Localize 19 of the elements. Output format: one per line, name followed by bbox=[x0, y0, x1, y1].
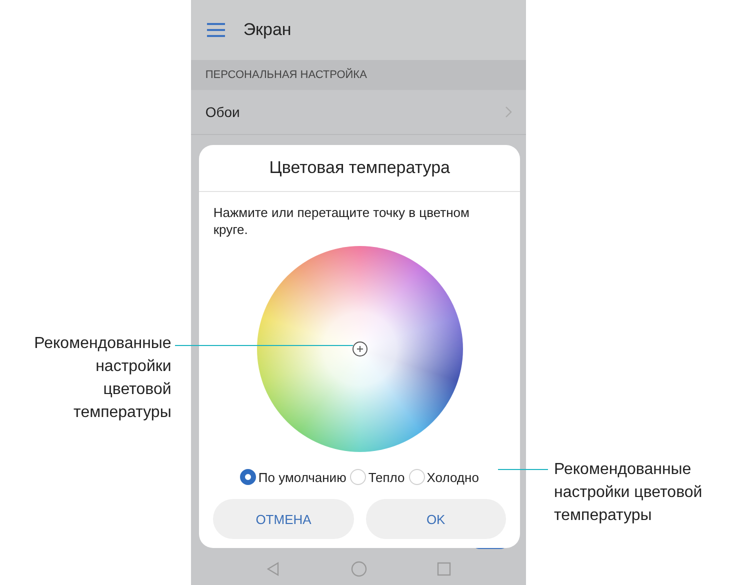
radio-option[interactable]: Холодно bbox=[408, 469, 479, 485]
leader-line bbox=[498, 469, 548, 470]
dialog-title: Цветовая температура bbox=[199, 145, 520, 192]
chevron-icon bbox=[505, 106, 512, 118]
radio-option[interactable]: По умолчанию bbox=[240, 469, 346, 485]
instruction-text: Нажмите или перетащите точку в цветном круге. bbox=[212, 204, 470, 238]
callout-text: Рекомендованные настройки цветовой температуры bbox=[554, 460, 704, 526]
crosshair-icon[interactable] bbox=[352, 341, 368, 357]
dialog-button[interactable]: ОТМЕНА bbox=[213, 499, 354, 539]
home-icon[interactable] bbox=[350, 561, 367, 577]
dialog-button[interactable]: OK bbox=[366, 499, 506, 539]
settings-item[interactable]: Обои bbox=[191, 90, 526, 135]
recents-icon[interactable] bbox=[436, 562, 451, 576]
back-icon[interactable] bbox=[266, 562, 280, 576]
section-header: ПЕРСОНАЛЬНАЯ НАСТРОЙКА bbox=[191, 60, 526, 90]
screen-title: Экран bbox=[243, 20, 292, 40]
menu-icon[interactable] bbox=[207, 23, 226, 37]
radio-option[interactable]: Тепло bbox=[350, 469, 405, 485]
callout-text: Рекомендованные настройки цветовой температуры bbox=[34, 334, 172, 423]
